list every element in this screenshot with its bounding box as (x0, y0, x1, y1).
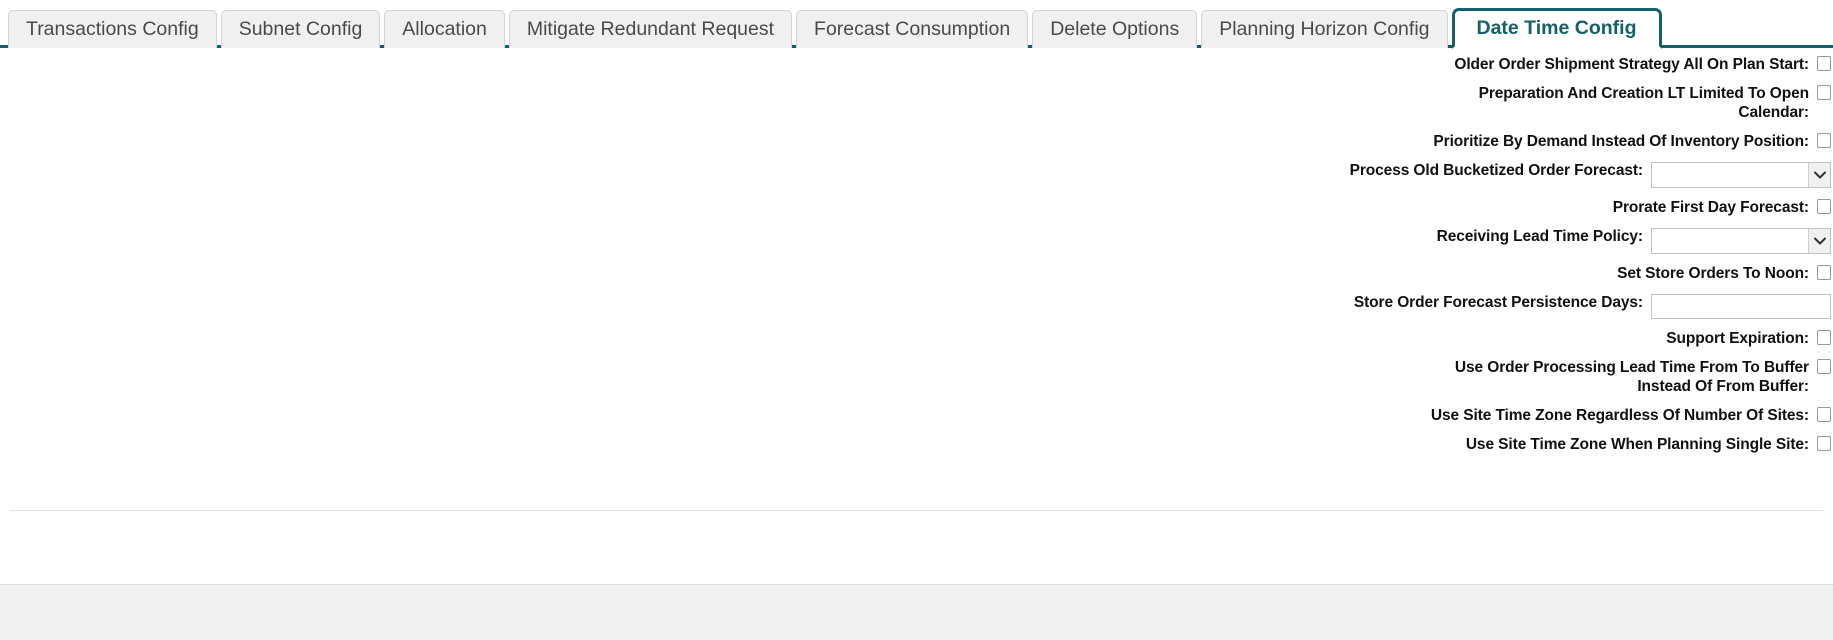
tab-subnet-config[interactable]: Subnet Config (221, 10, 381, 48)
right-settings-column: Older Order Shipment Strategy All On Pla… (917, 48, 1833, 460)
tab-transactions-config[interactable]: Transactions Config (8, 10, 217, 48)
use-site-time-zone-when-planning-single-site-control (1817, 433, 1831, 451)
prorate-first-day-forecast-checkbox[interactable] (1817, 199, 1831, 214)
form-row-older-order-shipment-strategy-all-on-plan-start: Older Order Shipment Strategy All On Pla… (917, 53, 1833, 74)
receiving-lead-time-policy-dropdown[interactable] (1651, 228, 1831, 254)
form-row-process-old-bucketized-order-forecast: Process Old Bucketized Order Forecast: (917, 159, 1833, 188)
form-row-preparation-and-creation-lt-limited-to-open-calendar: Preparation And Creation LT Limited To O… (917, 82, 1833, 122)
tab-planning-horizon-config[interactable]: Planning Horizon Config (1201, 10, 1447, 48)
form-row-consider-forecast-to-order-conversion-threshold: Consider Forecast To Order Conversion Th… (0, 320, 995, 417)
tab-forecast-consumption[interactable]: Forecast Consumption (796, 10, 1028, 48)
process-old-bucketized-order-forecast-selected-value (1652, 163, 1808, 187)
page-bottom-strip (0, 585, 1833, 640)
form-row-apply-demand-on-closed-day-to-last-open-day: Apply Demand On Closed Day To Last Open … (0, 53, 995, 207)
use-site-time-zone-regardless-of-number-of-sites-label: Use Site Time Zone Regardless Of Number … (1414, 404, 1809, 425)
left-settings-column: Apply Demand On Closed Day To Last Open … (0, 48, 917, 460)
use-order-processing-lead-time-from-to-buffer-instead-of-from-buffer-control (1817, 356, 1831, 374)
store-order-forecast-persistence-days-label: Store Order Forecast Persistence Days: (1248, 291, 1643, 312)
prorate-first-day-forecast-label: Prorate First Day Forecast: (1414, 196, 1809, 217)
form-row-store-order-forecast-persistence-days: Store Order Forecast Persistence Days: (917, 291, 1833, 319)
form-row-prioritize-by-demand-instead-of-inventory-position: Prioritize By Demand Instead Of Inventor… (917, 130, 1833, 151)
date-time-config-panel: Apply Demand On Closed Day To Last Open … (0, 48, 1833, 640)
older-order-shipment-strategy-all-on-plan-start-label: Older Order Shipment Strategy All On Pla… (1414, 53, 1809, 74)
form-row-use-site-time-zone-regardless-of-number-of-sites: Use Site Time Zone Regardless Of Number … (917, 404, 1833, 425)
receiving-lead-time-policy-control (1651, 225, 1831, 254)
process-old-bucketized-order-forecast-dropdown[interactable] (1651, 162, 1831, 188)
prioritize-by-demand-instead-of-inventory-position-control (1817, 130, 1831, 148)
store-order-forecast-persistence-days-input[interactable] (1651, 294, 1831, 319)
use-order-processing-lead-time-from-to-buffer-instead-of-from-buffer-label: Use Order Processing Lead Time From To B… (1414, 356, 1809, 396)
form-row-use-site-time-zone-when-planning-single-site: Use Site Time Zone When Planning Single … (917, 433, 1833, 454)
use-site-time-zone-when-planning-single-site-label: Use Site Time Zone When Planning Single … (1414, 433, 1809, 454)
preparation-and-creation-lt-limited-to-open-calendar-label: Preparation And Creation LT Limited To O… (1414, 82, 1809, 122)
form-row-apply-drop-shipment-based-on-transportation-lead-time: Apply Drop Shipment Based On Transportat… (0, 215, 995, 312)
tab-date-time-config[interactable]: Date Time Config (1452, 8, 1662, 49)
panel-footer (0, 511, 1833, 585)
tab-delete-options[interactable]: Delete Options (1032, 10, 1197, 48)
tab-allocation[interactable]: Allocation (384, 10, 505, 48)
store-order-forecast-persistence-days-control (1651, 291, 1831, 319)
older-order-shipment-strategy-all-on-plan-start-checkbox[interactable] (1817, 56, 1831, 71)
older-order-shipment-strategy-all-on-plan-start-control (1817, 53, 1831, 71)
form-row-receiving-lead-time-policy: Receiving Lead Time Policy: (917, 225, 1833, 254)
chevron-down-icon[interactable] (1808, 229, 1830, 253)
set-store-orders-to-noon-control (1817, 262, 1831, 280)
use-site-time-zone-when-planning-single-site-checkbox[interactable] (1817, 436, 1831, 451)
use-site-time-zone-regardless-of-number-of-sites-checkbox[interactable] (1817, 407, 1831, 422)
two-column-form: Apply Demand On Closed Day To Last Open … (0, 48, 1833, 460)
set-store-orders-to-noon-label: Set Store Orders To Noon: (1414, 262, 1809, 283)
support-expiration-label: Support Expiration: (1414, 327, 1809, 348)
set-store-orders-to-noon-checkbox[interactable] (1817, 265, 1831, 280)
process-old-bucketized-order-forecast-label: Process Old Bucketized Order Forecast: (1248, 159, 1643, 180)
prorate-first-day-forecast-control (1817, 196, 1831, 214)
form-row-use-order-processing-lead-time-from-to-buffer-instead-of-from-buffer: Use Order Processing Lead Time From To B… (917, 356, 1833, 396)
tab-bar: Transactions ConfigSubnet ConfigAllocati… (0, 0, 1833, 48)
form-row-consider-future-supply: Consider Future Supply: (0, 425, 995, 460)
tab-mitigate-redundant-request[interactable]: Mitigate Redundant Request (509, 10, 792, 48)
process-old-bucketized-order-forecast-control (1651, 159, 1831, 188)
preparation-and-creation-lt-limited-to-open-calendar-control (1817, 82, 1831, 100)
receiving-lead-time-policy-selected-value (1652, 229, 1808, 253)
form-row-support-expiration: Support Expiration: (917, 327, 1833, 348)
preparation-and-creation-lt-limited-to-open-calendar-checkbox[interactable] (1817, 85, 1831, 100)
use-site-time-zone-regardless-of-number-of-sites-control (1817, 404, 1831, 422)
support-expiration-control (1817, 327, 1831, 345)
form-row-set-store-orders-to-noon: Set Store Orders To Noon: (917, 262, 1833, 283)
use-order-processing-lead-time-from-to-buffer-instead-of-from-buffer-checkbox[interactable] (1817, 359, 1831, 374)
settings-form-area: Apply Demand On Closed Day To Last Open … (0, 48, 1833, 460)
chevron-down-icon[interactable] (1808, 163, 1830, 187)
prioritize-by-demand-instead-of-inventory-position-checkbox[interactable] (1817, 133, 1831, 148)
form-row-prorate-first-day-forecast: Prorate First Day Forecast: (917, 196, 1833, 217)
support-expiration-checkbox[interactable] (1817, 330, 1831, 345)
receiving-lead-time-policy-label: Receiving Lead Time Policy: (1248, 225, 1643, 246)
prioritize-by-demand-instead-of-inventory-position-label: Prioritize By Demand Instead Of Inventor… (1414, 130, 1809, 151)
